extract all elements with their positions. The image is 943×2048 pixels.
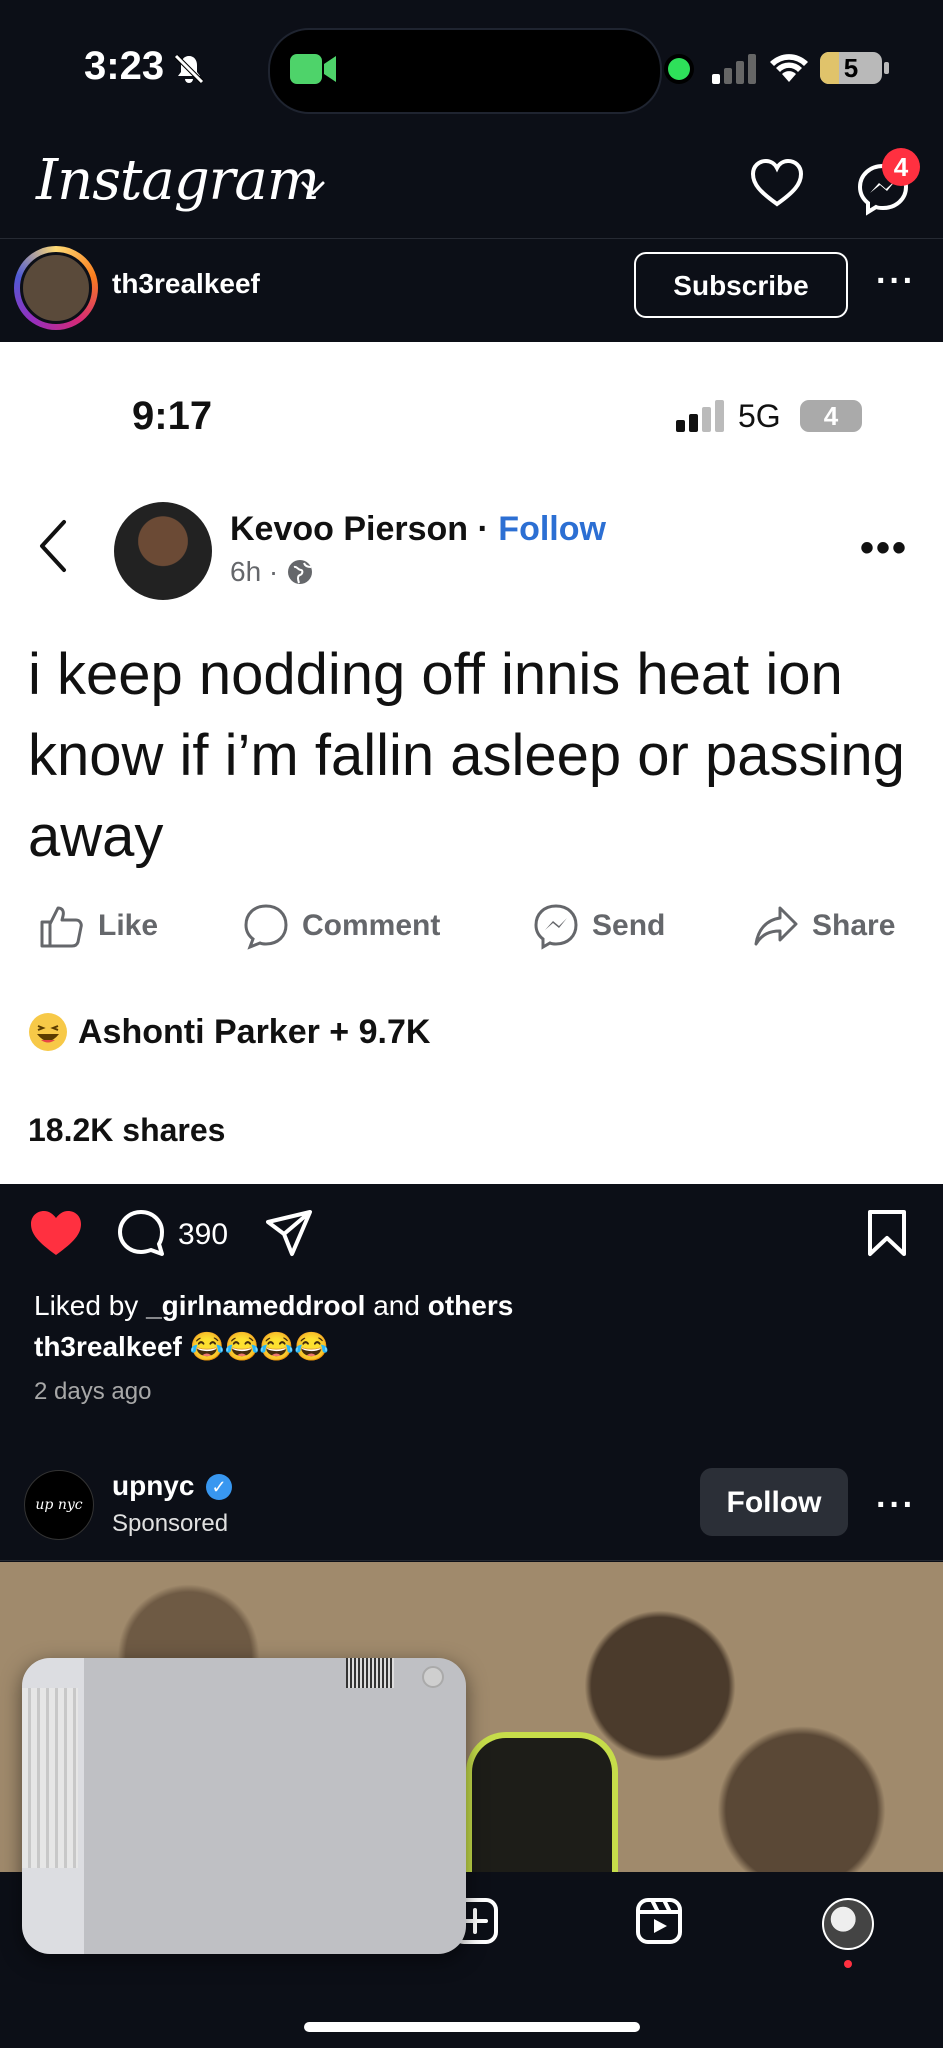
profile-avatar[interactable] [822, 1898, 874, 1950]
facebook-follow-link: Follow [498, 510, 606, 548]
haha-reaction-icon [29, 1013, 67, 1051]
chevron-down-icon[interactable] [300, 178, 326, 198]
home-indicator [304, 2022, 640, 2032]
sponsor-avatar[interactable]: up nyc [24, 1470, 94, 1540]
facebook-share-count: 18.2K shares [28, 1112, 226, 1148]
facebook-author-name: Kevoo Pierson [230, 510, 469, 548]
heart-notifications-icon[interactable] [750, 158, 804, 208]
battery-fill [820, 52, 839, 84]
more-options-icon[interactable]: ··· [876, 262, 916, 301]
facebook-author-avatar [114, 502, 212, 600]
liked-by-line: Liked by _girlnameddrool and others [34, 1290, 513, 1322]
silent-bell-icon [174, 54, 204, 84]
comment-count[interactable]: 390 [178, 1218, 228, 1252]
battery-level: 5 [843, 53, 859, 83]
facetime-pip-video[interactable] [22, 1658, 466, 1954]
reels-icon[interactable] [634, 1896, 684, 1946]
pip-ceiling-sensor [422, 1666, 444, 1688]
pip-barcode-sticker [346, 1658, 394, 1688]
liked-others[interactable]: others [428, 1290, 514, 1321]
comment-bubble-icon [244, 904, 288, 950]
messenger-badge: 4 [882, 148, 920, 186]
facebook-comment-action: Comment [242, 902, 440, 950]
facebook-reactions: Ashonti Parker + 9.7K [28, 1012, 430, 1052]
battery-indicator: 5 [820, 52, 882, 84]
screenshot-battery-level: 4 [823, 401, 839, 431]
author-separator: · [468, 510, 499, 548]
screenshot-network: 5G [738, 398, 781, 434]
facebook-post-text: i keep nodding off innis heat ion know i… [28, 642, 905, 869]
liked-prefix: Liked by [34, 1290, 147, 1321]
messenger-send-icon [534, 904, 578, 950]
pip-window-blind [22, 1688, 78, 1868]
sponsor-divider [0, 1560, 943, 1561]
facebook-post-meta: 6h · [230, 556, 314, 588]
profile-notification-dot [844, 1960, 852, 1968]
share-label: Share [812, 909, 896, 942]
facebook-more-icon: ••• [860, 526, 909, 570]
facebook-action-bar: Like Comment Send Share [0, 902, 943, 962]
battery-tip [884, 62, 889, 74]
post-image-facebook-screenshot: 9:17 5G 4 Kevoo Pierson · Follow 6h · ••… [0, 342, 943, 1184]
cellular-signal-icon [712, 54, 756, 84]
facebook-post-time: 6h · [230, 556, 279, 587]
caption-username[interactable]: th3realkeef [34, 1331, 182, 1362]
camera-in-use-indicator [668, 58, 690, 80]
screenshot-status-time: 9:17 [132, 394, 213, 438]
story-avatar[interactable] [14, 246, 98, 330]
reactions-text: Ashonti Parker + 9.7K [78, 1012, 431, 1051]
liked-middle: and [365, 1290, 428, 1321]
post-author-username[interactable]: th3realkeef [112, 268, 260, 300]
status-bar: 3:23 5 [0, 0, 943, 140]
send-paper-plane-icon[interactable] [264, 1208, 314, 1258]
ad-shoe-image [466, 1732, 618, 1888]
liked-user[interactable]: _girlnameddrool [146, 1290, 365, 1321]
like-label: Like [98, 909, 159, 942]
facetime-camera-icon [290, 54, 336, 84]
post-caption: th3realkeef 😂😂😂😂 [34, 1330, 329, 1363]
screenshot-battery: 4 [800, 400, 862, 432]
sponsored-label: Sponsored [112, 1510, 229, 1537]
facebook-send-action: Send [532, 902, 665, 950]
instagram-logo[interactable]: Instagram [36, 148, 320, 213]
sponsor-follow-button[interactable]: Follow [700, 1468, 848, 1536]
subscribe-button[interactable]: Subscribe [634, 252, 848, 318]
caption-text: 😂😂😂😂 [181, 1331, 330, 1362]
facebook-author-line: Kevoo Pierson · Follow [230, 510, 606, 549]
share-arrow-icon [754, 906, 798, 946]
screenshot-signal-icon [676, 400, 724, 432]
send-label: Send [592, 909, 666, 942]
sponsor-more-icon[interactable]: ··· [876, 1486, 916, 1525]
wifi-icon [770, 54, 808, 82]
comment-icon[interactable] [116, 1208, 166, 1258]
post-timestamp: 2 days ago [34, 1378, 152, 1405]
header-divider [0, 238, 943, 239]
liked-heart-icon[interactable] [28, 1208, 84, 1258]
verified-badge-icon: ✓ [206, 1474, 232, 1500]
facebook-like-action: Like [38, 902, 158, 950]
back-arrow-icon [40, 520, 66, 572]
comment-label: Comment [302, 909, 441, 942]
thumbs-up-icon [40, 906, 83, 948]
bookmark-icon[interactable] [866, 1208, 908, 1258]
facebook-share-action: Share [752, 902, 895, 950]
globe-icon [288, 560, 313, 584]
status-time: 3:23 [84, 44, 165, 88]
sponsor-username[interactable]: upnyc [112, 1470, 194, 1502]
